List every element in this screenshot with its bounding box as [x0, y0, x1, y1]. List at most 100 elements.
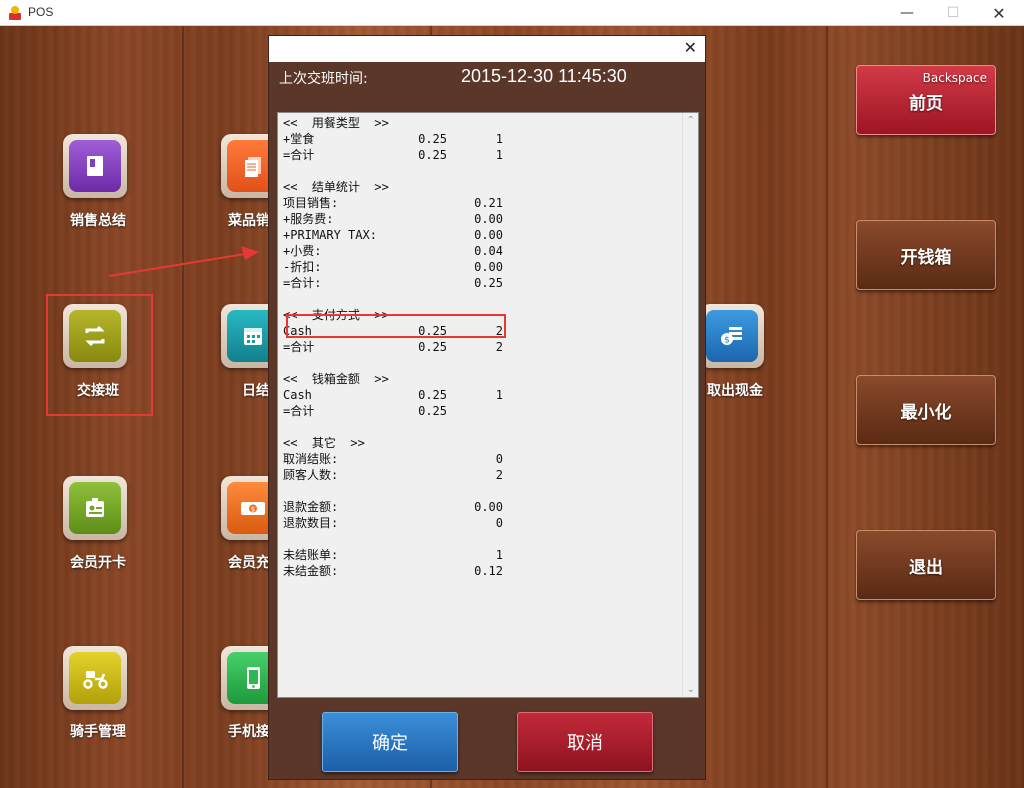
report-line-label: +服务费: [283, 212, 334, 226]
report-line: =合计 0.25 1 [283, 147, 503, 163]
shift-report[interactable]: << 用餐类型 >> +堂食 0.25 1 =合计 0.25 1 << 结单统计 >> 项目销售… [277, 112, 699, 698]
report-line-label: 未结金额: [283, 564, 339, 578]
previous-page-label: 前页 [909, 93, 943, 114]
scooter-icon [69, 652, 121, 704]
report-line [283, 291, 503, 307]
confirm-button[interactable]: 确定 [322, 712, 458, 772]
wood-seam [182, 26, 184, 788]
shift-handover-dialog: ✕ 上次交班时间: 2015-12-30 11:45:30 << 用餐类型 >>… [268, 35, 706, 780]
report-line-label: 未结账单: [283, 548, 339, 562]
minimize-icon[interactable]: — [884, 0, 930, 26]
report-line-value: 1 [495, 388, 503, 402]
report-line: +服务费: 0.00 [283, 211, 503, 227]
report-line-label: 取消结账: [283, 452, 339, 466]
report-line-value: 0.21 [474, 196, 503, 210]
report-line: 项目销售: 0.21 [283, 195, 503, 211]
report-line-label: -折扣: [283, 260, 322, 274]
id-card-icon [69, 482, 121, 534]
report-line [283, 419, 503, 435]
report-line-label: Cash [283, 388, 312, 402]
report-line: 未结金额: 0.12 [283, 563, 503, 579]
report-line-label: =合计: [283, 276, 322, 290]
report-line-amount: 0.25 [418, 148, 447, 162]
cash-out-tile[interactable]: $ [700, 304, 764, 368]
report-line-value: 0.12 [474, 564, 503, 578]
report-line-value: 2 [495, 468, 503, 482]
open-cash-drawer-button[interactable]: 开钱箱 [856, 220, 996, 290]
scroll-up-icon[interactable]: ⌃ [687, 115, 695, 126]
report-line-label: 项目销售: [283, 196, 339, 210]
report-line: -折扣: 0.00 [283, 259, 503, 275]
report-line-value: 2 [495, 340, 503, 354]
last-shift-time-label: 上次交班时间: [279, 71, 368, 87]
report-line-amount: 0.25 [418, 340, 447, 354]
report-line-amount: 0.25 [418, 388, 447, 402]
report-line: 顾客人数: 2 [283, 467, 503, 483]
report-line-label: << 其它 >> [283, 436, 365, 450]
report-line-label: =合计 [283, 148, 315, 162]
tip-highlight-box [286, 314, 506, 338]
backspace-hint: Backspace [922, 71, 987, 85]
report-line: << 其它 >> [283, 435, 503, 451]
report-line-label: << 钱箱金额 >> [283, 372, 389, 386]
svg-text:$: $ [724, 336, 730, 346]
report-line-label: =合计 [283, 404, 315, 418]
rider-management-tile[interactable] [63, 646, 127, 710]
report-line-label: +PRIMARY TAX: [283, 228, 377, 242]
svg-text:$: $ [251, 506, 255, 514]
member-card-tile[interactable] [63, 476, 127, 540]
annotation-arrow-icon [108, 246, 259, 277]
report-line-value: 0.00 [474, 500, 503, 514]
report-line: << 用餐类型 >> [283, 115, 503, 131]
report-line-label: +堂食 [283, 132, 315, 146]
close-icon[interactable]: ✕ [684, 38, 697, 57]
report-line: 退款金额: 0.00 [283, 499, 503, 515]
report-line: 退款数目: 0 [283, 515, 503, 531]
report-line-value: 1 [495, 132, 503, 146]
report-line: Cash 0.25 1 [283, 387, 503, 403]
report-line: 未结账单: 1 [283, 547, 503, 563]
exit-button[interactable]: 退出 [856, 530, 996, 600]
cancel-button[interactable]: 取消 [517, 712, 653, 772]
sales-summary-label: 销售总结 [70, 213, 126, 229]
member-card-label: 会员开卡 [70, 555, 126, 571]
report-line-label: << 结单统计 >> [283, 180, 389, 194]
app-logo-icon [9, 6, 21, 20]
report-line-value: 0.00 [474, 212, 503, 226]
report-line: =合计 0.25 [283, 403, 503, 419]
sales-summary-tile[interactable] [63, 134, 127, 198]
report-line-label: 退款数目: [283, 516, 339, 530]
last-shift-time-value: 2015-12-30 11:45:30 [461, 66, 627, 86]
report-line-label: 退款金额: [283, 500, 339, 514]
report-scrollbar[interactable]: ⌃ ⌄ [682, 113, 698, 697]
report-line-value: 0 [495, 516, 503, 530]
report-line-value: 0.00 [474, 228, 503, 242]
report-line-label: 顾客人数: [283, 468, 339, 482]
report-line: +堂食 0.25 1 [283, 131, 503, 147]
wood-seam [826, 26, 828, 788]
report-lines: << 用餐类型 >> +堂食 0.25 1 =合计 0.25 1 << 结单统计 >> 项目销售… [283, 115, 503, 579]
close-icon[interactable]: ✕ [976, 0, 1022, 26]
report-line [283, 355, 503, 371]
report-line: +小费: 0.04 [283, 243, 503, 259]
report-line-label: +小费: [283, 244, 322, 258]
report-line-label: << 用餐类型 >> [283, 116, 389, 130]
report-line-value: 0 [495, 452, 503, 466]
report-line-label: =合计 [283, 340, 315, 354]
book-icon [69, 140, 121, 192]
report-line: =合计: 0.25 [283, 275, 503, 291]
report-line [283, 483, 503, 499]
scroll-down-icon[interactable]: ⌄ [687, 684, 695, 695]
maximize-icon[interactable]: ☐ [930, 0, 976, 26]
report-line [283, 163, 503, 179]
dialog-titlebar: ✕ [269, 36, 705, 62]
report-line: << 钱箱金额 >> [283, 371, 503, 387]
rider-management-label: 骑手管理 [70, 724, 126, 740]
annotation-highlight-box [46, 294, 153, 416]
report-line-value: 0.00 [474, 260, 503, 274]
minimize-button[interactable]: 最小化 [856, 375, 996, 445]
report-line [283, 531, 503, 547]
previous-page-button[interactable]: Backspace 前页 [856, 65, 996, 135]
report-line: << 结单统计 >> [283, 179, 503, 195]
report-line-amount: 0.25 [418, 132, 447, 146]
